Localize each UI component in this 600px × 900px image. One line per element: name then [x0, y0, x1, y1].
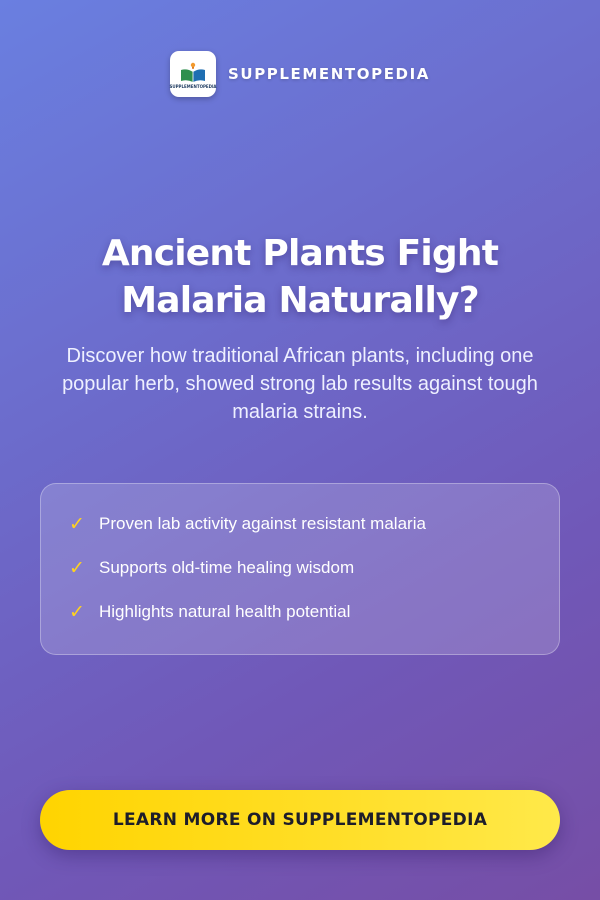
benefits-card: ✓ Proven lab activity against resistant …: [40, 483, 560, 655]
check-icon: ✓: [69, 557, 85, 579]
brand-name: SUPPLEMENTOPEDIA: [228, 65, 430, 83]
headline-line-1: Ancient Plants Fight: [101, 233, 499, 274]
logo-wordmark: SUPPLEMENTOPEDIA: [169, 83, 217, 89]
subheadline: Discover how traditional African plants,…: [62, 345, 538, 423]
check-icon: ✓: [69, 601, 85, 623]
brand-logo: SUPPLEMENTOPEDIA: [169, 51, 217, 97]
check-icon: ✓: [69, 513, 85, 535]
headline: Ancient Plants Fight Malaria Naturally?: [30, 230, 570, 324]
brand-header: SUPPLEMENTOPEDIA SUPPLEMENTOPEDIA: [0, 50, 600, 98]
learn-more-button[interactable]: LEARN MORE ON SUPPLEMENTOPEDIA: [40, 790, 560, 850]
book-lamp-icon: [181, 62, 206, 82]
benefit-item: ✓ Proven lab activity against resistant …: [69, 512, 559, 536]
benefit-label: Proven lab activity against resistant ma…: [99, 514, 426, 533]
benefit-label: Supports old-time healing wisdom: [99, 558, 355, 577]
headline-line-2: Malaria Naturally?: [121, 280, 479, 321]
benefit-item: ✓ Highlights natural health potential: [69, 600, 559, 624]
benefit-item: ✓ Supports old-time healing wisdom: [69, 556, 559, 580]
ad-page: SUPPLEMENTOPEDIA SUPPLEMENTOPEDIA Ancien…: [0, 0, 600, 900]
benefit-label: Highlights natural health potential: [99, 602, 351, 621]
